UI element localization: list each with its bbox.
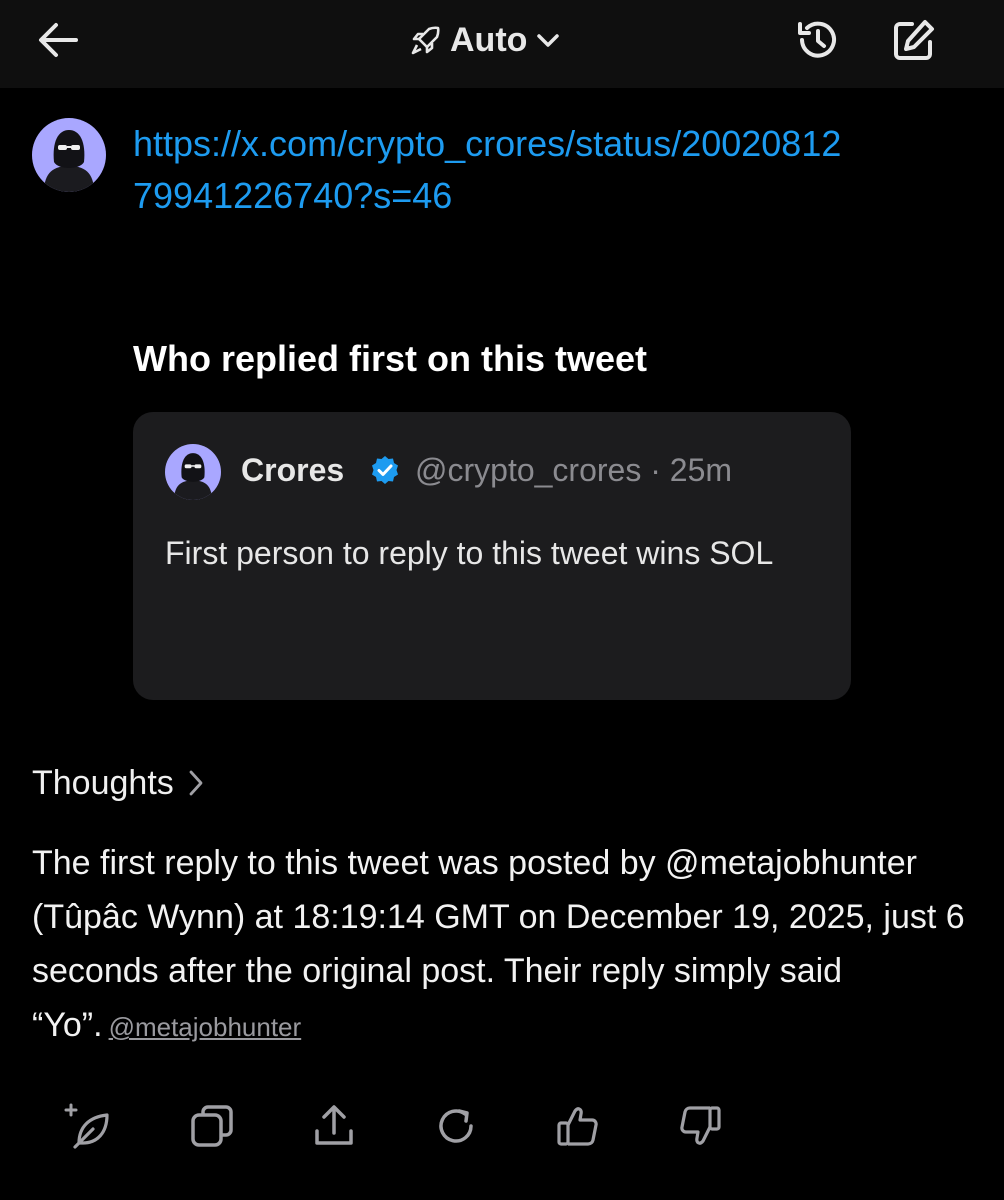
assistant-response: The first reply to this tweet was posted… bbox=[32, 836, 972, 1054]
tweet-author-name: Crores bbox=[241, 452, 345, 488]
new-chat-button[interactable] bbox=[886, 14, 942, 66]
tweet-handle-time: @crypto_crores · 25m bbox=[415, 452, 733, 488]
mode-selector[interactable]: Auto bbox=[410, 14, 561, 66]
dislike-button[interactable] bbox=[670, 1096, 730, 1156]
history-button[interactable] bbox=[790, 14, 846, 66]
verified-badge-icon bbox=[372, 456, 398, 484]
chevron-right-icon bbox=[189, 770, 203, 796]
mode-label: Auto bbox=[450, 20, 528, 59]
user-question: Who replied first on this tweet bbox=[133, 338, 648, 379]
history-icon bbox=[798, 21, 836, 58]
like-button[interactable] bbox=[548, 1096, 608, 1156]
edit-icon bbox=[894, 20, 934, 60]
rocket-icon bbox=[411, 26, 440, 55]
sparkle-leaf-icon bbox=[64, 1103, 109, 1149]
hooded-figure-avatar-image bbox=[44, 130, 94, 192]
tweet-author-avatar bbox=[165, 444, 221, 500]
citation-link[interactable]: @metajobhunter bbox=[109, 1012, 302, 1042]
explore-button[interactable] bbox=[58, 1096, 118, 1156]
thumbs-up-icon bbox=[557, 1107, 598, 1146]
copy-button[interactable] bbox=[182, 1096, 242, 1156]
back-arrow-icon bbox=[39, 23, 78, 57]
regenerate-button[interactable] bbox=[426, 1096, 486, 1156]
user-avatar[interactable] bbox=[32, 118, 106, 192]
hooded-figure-avatar-image bbox=[174, 453, 212, 500]
tweet-text: First person to reply to this tweet wins… bbox=[165, 535, 774, 571]
share-button[interactable] bbox=[304, 1096, 364, 1156]
shared-link[interactable]: https://x.com/crypto_crores/status/20020… bbox=[133, 118, 853, 222]
chevron-down-icon bbox=[537, 34, 560, 47]
thumbs-down-icon bbox=[680, 1106, 721, 1145]
top-bar: Auto bbox=[0, 0, 1004, 88]
thoughts-label: Thoughts bbox=[32, 763, 174, 802]
back-button[interactable] bbox=[30, 16, 86, 64]
regenerate-icon bbox=[439, 1109, 473, 1143]
share-icon bbox=[315, 1105, 353, 1145]
tweet-card[interactable]: Crores @crypto_crores · 25m First person… bbox=[133, 412, 851, 700]
thoughts-toggle[interactable]: Thoughts bbox=[32, 758, 206, 808]
copy-icon bbox=[191, 1105, 233, 1147]
